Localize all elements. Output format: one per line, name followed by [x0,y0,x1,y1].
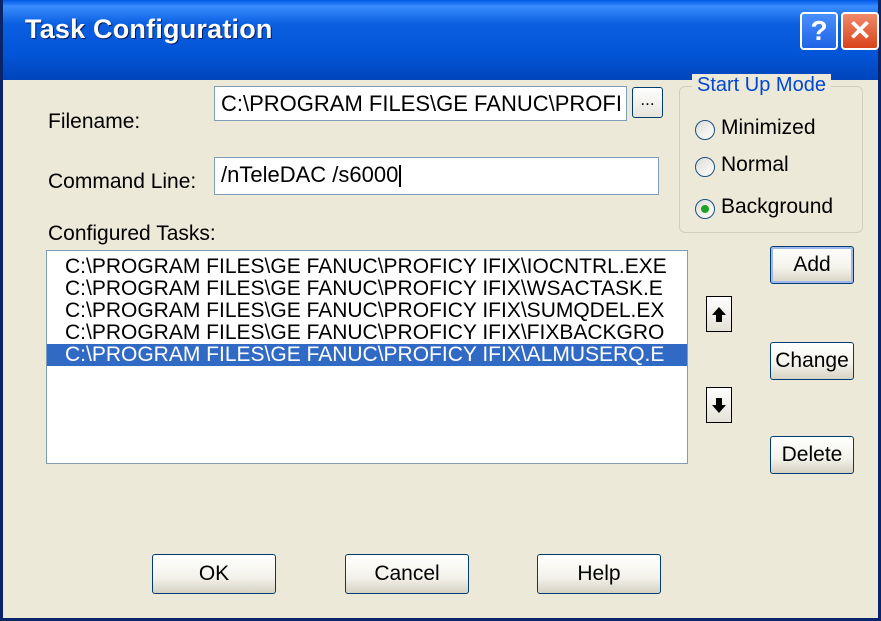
help-button[interactable]: Help [537,554,661,594]
move-down-button[interactable] [706,387,732,423]
command-line-value: /nTeleDAC /s6000 [221,162,399,187]
change-button[interactable]: Change [770,342,854,380]
help-title-button[interactable]: ? [800,12,838,50]
command-line-field[interactable]: /nTeleDAC /s6000 [214,157,659,195]
window-title: Task Configuration [25,14,273,44]
arrow-up-icon [712,307,726,322]
title-bar[interactable]: Task Configuration ? ✕ [3,0,879,80]
list-item-selected[interactable]: C:\PROGRAM FILES\GE FANUC\PROFICY IFIX\A… [47,344,687,366]
cancel-label: Cancel [374,562,440,585]
startup-mode-title: Start Up Mode [692,74,831,97]
cancel-button[interactable]: Cancel [345,554,469,594]
add-button[interactable]: Add [770,246,854,284]
task-configuration-dialog: Task Configuration ? ✕ Filename: C:\PROG… [0,0,881,621]
radio-circle-icon [695,157,715,177]
radio-selected-icon [695,199,715,219]
close-button[interactable]: ✕ [841,12,879,50]
list-item[interactable]: C:\PROGRAM FILES\GE FANUC\PROFICY IFIX\I… [47,256,687,278]
browse-button[interactable]: ... [632,87,663,118]
radio-label: Normal [721,153,789,176]
help-label: Help [577,562,621,585]
radio-label: Background [721,195,834,218]
delete-button[interactable]: Delete [770,436,854,474]
close-icon: ✕ [848,15,872,46]
list-item[interactable]: C:\PROGRAM FILES\GE FANUC\PROFICY IFIX\F… [47,322,687,344]
help-icon: ? [810,15,828,46]
delete-label: Delete [781,443,843,466]
radio-normal[interactable]: Normal [695,153,865,183]
radio-background[interactable]: Background [695,195,865,225]
filename-field[interactable]: C:\PROGRAM FILES\GE FANUC\PROFI [214,86,627,121]
list-item[interactable]: C:\PROGRAM FILES\GE FANUC\PROFICY IFIX\W… [47,278,687,300]
add-label: Add [793,253,831,276]
command-line-label: Command Line: [48,170,197,193]
ok-button[interactable]: OK [152,554,276,594]
list-item[interactable]: C:\PROGRAM FILES\GE FANUC\PROFICY IFIX\S… [47,300,687,322]
change-label: Change [775,349,849,372]
ok-label: OK [198,562,230,585]
text-cursor [399,165,402,188]
move-up-button[interactable] [706,296,732,332]
filename-label: Filename: [48,110,141,133]
radio-label: Minimized [721,116,816,139]
radio-circle-icon [695,120,715,140]
configured-tasks-list[interactable]: C:\PROGRAM FILES\GE FANUC\PROFICY IFIX\I… [46,250,688,464]
arrow-down-icon [712,398,726,413]
ellipsis-icon: ... [640,90,655,109]
radio-minimized[interactable]: Minimized [695,116,865,146]
filename-value: C:\PROGRAM FILES\GE FANUC\PROFI [221,91,622,116]
configured-tasks-label: Configured Tasks: [48,222,216,245]
